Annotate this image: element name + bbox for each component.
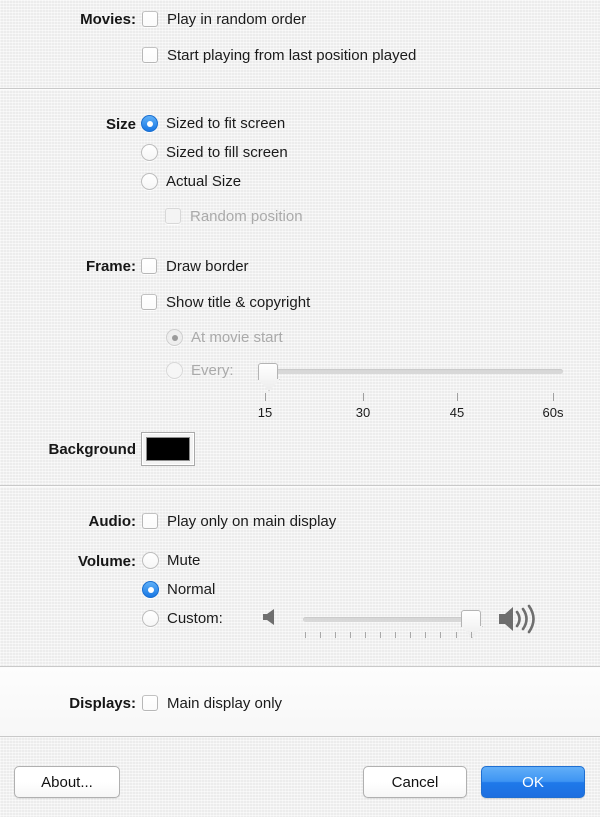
main-display-only-label: Main display only	[167, 694, 283, 712]
size-label: Size	[105, 116, 136, 133]
at-movie-start-radio	[166, 329, 183, 346]
volume-slider-track[interactable]	[303, 617, 477, 622]
normal-radio[interactable]	[142, 581, 159, 598]
radio-row-every: Every:	[166, 362, 234, 379]
normal-label: Normal	[167, 581, 216, 598]
volume-tick-5	[380, 632, 381, 638]
at-movie-start-label: At movie start	[191, 329, 283, 346]
radio-row-mute[interactable]: Mute	[142, 552, 200, 569]
volume-slider-thumb[interactable]	[461, 610, 481, 627]
displays-label: Displays:	[69, 695, 136, 712]
volume-tick-0	[305, 632, 306, 638]
radio-row-sized-to-fill[interactable]: Sized to fill screen	[141, 144, 288, 161]
checkbox-row-show-title-copyright[interactable]: Show title & copyright	[141, 294, 310, 310]
frame-slider-tick-0	[265, 393, 266, 401]
every-label: Every:	[191, 362, 234, 379]
show-title-copyright-checkbox[interactable]	[141, 294, 157, 310]
radio-row-sized-to-fit[interactable]: Sized to fit screen	[141, 115, 285, 132]
volume-tick-10	[456, 632, 457, 638]
speaker-high-icon	[497, 603, 541, 639]
custom-radio[interactable]	[142, 610, 159, 627]
actual-size-radio[interactable]	[141, 173, 158, 190]
sized-to-fill-radio[interactable]	[141, 144, 158, 161]
frame-slider-tick-label-0: 15	[257, 405, 273, 420]
displays-section: Displays: Main display only	[0, 668, 600, 736]
volume-tick-6	[395, 632, 396, 638]
frame-label: Frame:	[85, 258, 136, 275]
ok-button[interactable]: OK	[481, 766, 585, 798]
radio-row-normal[interactable]: Normal	[142, 581, 215, 598]
volume-tick-4	[365, 632, 366, 638]
sized-to-fill-label: Sized to fill screen	[166, 144, 288, 161]
background-label: Background	[48, 441, 136, 458]
custom-label: Custom:	[167, 610, 223, 627]
play-only-main-display-checkbox[interactable]	[142, 513, 158, 529]
volume-tick-1	[320, 632, 321, 638]
checkbox-row-draw-border[interactable]: Draw border	[141, 258, 249, 274]
draw-border-checkbox[interactable]	[141, 258, 157, 274]
volume-tick-11	[471, 632, 472, 638]
play-only-main-display-label: Play only on main display	[167, 512, 337, 530]
frame-slider-tick-2	[457, 393, 458, 401]
frame-slider-tick-label-2: 45	[449, 405, 465, 420]
frame-slider-tick-label-1: 30	[355, 405, 371, 420]
volume-tick-3	[350, 632, 351, 638]
play-random-order-label: Play in random order	[167, 10, 307, 28]
button-bar: About... Cancel OK	[0, 737, 600, 817]
sized-to-fit-label: Sized to fit screen	[166, 115, 286, 132]
volume-label: Volume:	[77, 553, 136, 570]
start-from-last-position-label: Start playing from last position played	[167, 46, 417, 64]
start-from-last-position-checkbox[interactable]	[142, 47, 158, 63]
mute-radio[interactable]	[142, 552, 159, 569]
size-frame-section: Size Sized to fit screen Sized to fill s…	[0, 90, 600, 485]
radio-row-at-movie-start: At movie start	[166, 329, 283, 346]
about-button[interactable]: About...	[14, 766, 120, 798]
screen-saver-options-dialog: Movies: Play in random order Start playi…	[0, 0, 600, 817]
frame-slider-tick-label-3: 60s	[542, 405, 564, 420]
volume-tick-9	[440, 632, 441, 638]
actual-size-label: Actual Size	[166, 173, 242, 190]
checkbox-row-play-random-order[interactable]: Play in random order	[142, 11, 306, 27]
speaker-low-icon	[261, 606, 283, 632]
checkbox-row-main-display-only[interactable]: Main display only	[142, 695, 282, 711]
main-display-only-checkbox[interactable]	[142, 695, 158, 711]
volume-tick-8	[425, 632, 426, 638]
movies-label: Movies:	[80, 11, 136, 28]
frame-slider-thumb[interactable]	[258, 363, 278, 380]
background-color-well[interactable]	[141, 432, 195, 466]
cancel-button[interactable]: Cancel	[363, 766, 467, 798]
background-color-swatch	[146, 437, 190, 461]
checkbox-row-random-position: Random position	[165, 208, 303, 224]
checkbox-row-start-from-last-position[interactable]: Start playing from last position played	[142, 47, 416, 63]
frame-slider-tick-3	[553, 393, 554, 401]
play-random-order-checkbox[interactable]	[142, 11, 158, 27]
sized-to-fit-radio[interactable]	[141, 115, 158, 132]
random-position-label: Random position	[190, 207, 303, 225]
mute-label: Mute	[167, 552, 201, 569]
random-position-checkbox	[165, 208, 181, 224]
radio-row-actual-size[interactable]: Actual Size	[141, 173, 241, 190]
every-radio	[166, 362, 183, 379]
frame-slider-track[interactable]	[265, 369, 563, 374]
checkbox-row-play-only-main-display[interactable]: Play only on main display	[142, 513, 336, 529]
draw-border-label: Draw border	[166, 257, 249, 275]
audio-label: Audio:	[88, 513, 136, 530]
volume-tick-7	[410, 632, 411, 638]
frame-slider-tick-1	[363, 393, 364, 401]
audio-section: Audio: Play only on main display Volume:…	[0, 487, 600, 666]
show-title-copyright-label: Show title & copyright	[166, 293, 311, 311]
volume-tick-2	[335, 632, 336, 638]
movies-section: Movies: Play in random order Start playi…	[0, 0, 600, 88]
radio-row-custom[interactable]: Custom:	[142, 610, 223, 627]
